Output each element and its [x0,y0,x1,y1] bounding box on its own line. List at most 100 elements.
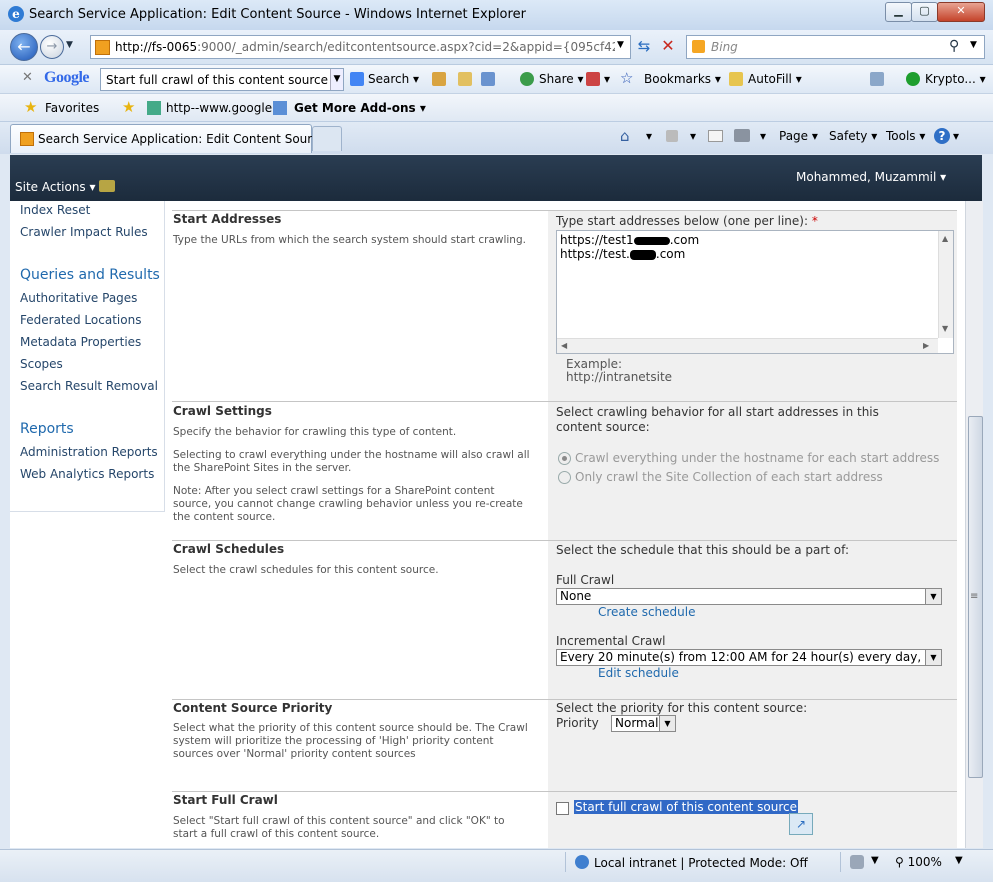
crawl-site-collection-radio[interactable] [558,471,571,484]
nav-federated-locations[interactable]: Federated Locations [20,313,141,327]
scroll-down-arrow-icon[interactable]: ▼ [942,324,948,333]
add-favorite-icon[interactable]: ★ [122,98,135,116]
tab-active[interactable]: Search Service Application: Edit Content… [10,124,326,153]
google-search-input[interactable]: Start full crawl of this content source … [100,68,344,91]
google-query-dropdown-icon[interactable]: ▼ [330,69,343,90]
chevron-down-icon[interactable]: ▼ [925,589,941,604]
toolbar-button-icon[interactable] [481,72,495,86]
help-dropdown[interactable]: ▾ [953,129,959,143]
google-favorite-link[interactable]: http--www.google [166,101,272,115]
favorites-button[interactable]: Favorites [45,101,99,115]
google-query[interactable]: Start full crawl of this content source [106,73,328,87]
feeds-dropdown[interactable]: ▾ [690,129,696,143]
refresh-button[interactable]: ⇆ [633,36,655,56]
toolbar-close-icon[interactable]: ✕ [22,70,33,85]
nav-heading-reports[interactable]: Reports [20,421,74,437]
autofill-icon[interactable] [729,72,743,86]
search-icon[interactable]: ⚲ [949,38,959,54]
print-icon[interactable] [734,129,750,142]
address-url[interactable]: http://fs-0065:9000/_admin/search/editco… [115,40,615,54]
chevron-down-icon[interactable]: ▼ [659,716,675,731]
protected-mode-dropdown[interactable]: ▼ [871,855,879,866]
start-addresses-textarea[interactable]: https://test1 .com https://test. .com ▲ ▼ … [556,230,954,354]
share-button[interactable]: Share ▾ [539,72,583,86]
nav-web-analytics-reports[interactable]: Web Analytics Reports [20,467,154,481]
nav-crawler-impact-rules[interactable]: Crawler Impact Rules [20,225,148,239]
start-full-crawl-label[interactable]: Start full crawl of this content source [574,800,798,814]
nav-metadata-properties[interactable]: Metadata Properties [20,335,141,349]
new-tab-button[interactable] [312,126,342,151]
crawl-settings-note: Note: After you select crawl settings fo… [173,485,523,523]
example-label: Example: [566,357,623,371]
share-icon[interactable] [520,72,534,86]
scroll-up-arrow-icon[interactable]: ▲ [942,234,948,243]
create-schedule-link[interactable]: Create schedule [598,605,695,619]
stop-button[interactable]: ✕ [657,36,679,56]
bookmarks-star-icon[interactable]: ☆ [620,69,633,87]
forward-button[interactable]: → [40,35,64,59]
popup-blocker-icon[interactable] [586,72,600,86]
tab-title[interactable]: Search Service Application: Edit Content… [38,132,326,146]
toolbar-button-icon[interactable] [432,72,446,86]
chevron-down-icon[interactable]: ▼ [925,650,941,665]
edit-schedule-link[interactable]: Edit schedule [598,666,679,680]
krypto-button[interactable]: Krypto... ▾ [925,72,986,86]
wrench-icon[interactable] [870,72,884,86]
crawl-site-collection-label[interactable]: Only crawl the Site Collection of each s… [575,470,883,484]
minimize-button[interactable]: ▁ [885,2,912,22]
site-actions-menu[interactable]: Site Actions ▾ [15,180,96,194]
address-dropdown-icon[interactable]: ▼ [617,40,624,50]
tools-menu[interactable]: Tools ▾ [886,129,925,143]
home-dropdown[interactable]: ▾ [646,129,652,143]
recent-pages-dropdown[interactable]: ▼ [66,40,73,50]
crawl-everything-radio[interactable] [558,452,571,465]
scroll-left-arrow-icon[interactable]: ◀ [561,341,567,350]
maximize-button[interactable]: ▢ [911,2,938,22]
address-bar[interactable]: http://fs-0065:9000/_admin/search/editco… [90,35,631,59]
google-logo[interactable]: Google [44,69,90,87]
priority-select[interactable]: Normal ▼ [611,715,676,732]
nav-heading-queries[interactable]: Queries and Results [20,267,160,283]
help-icon[interactable]: ? [934,128,950,144]
left-navigation: Index Reset Crawler Impact Rules Queries… [10,201,165,512]
search-dropdown-icon[interactable]: ▼ [970,40,977,50]
safety-menu[interactable]: Safety ▾ [829,129,877,143]
nav-search-result-removal[interactable]: Search Result Removal [20,379,158,393]
mail-icon[interactable] [708,130,723,142]
page-scrollbar[interactable]: ≡ [965,201,983,848]
popup-blocker-dropdown[interactable]: ▾ [604,72,610,86]
close-window-button[interactable]: ✕ [937,2,985,22]
back-button[interactable]: ← [10,33,38,61]
page-menu[interactable]: Page ▾ [779,129,818,143]
feeds-icon[interactable] [666,130,678,142]
bookmarks-button[interactable]: Bookmarks ▾ [644,72,721,86]
nav-scopes[interactable]: Scopes [20,357,63,371]
google-search-button[interactable]: Search ▾ [368,72,419,86]
nav-authoritative-pages[interactable]: Authoritative Pages [20,291,137,305]
user-menu[interactable]: Mohammed, Muzammil ▾ [796,170,946,184]
zoom-dropdown[interactable]: ▼ [955,855,963,866]
get-addons-button[interactable]: Get More Add-ons ▾ [294,101,426,115]
print-dropdown[interactable]: ▾ [760,129,766,143]
expand-icon[interactable]: ↗ [789,813,813,835]
home-icon[interactable]: ⌂ [620,127,630,145]
google-search-icon[interactable] [350,72,364,86]
textarea-horizontal-scrollbar[interactable]: ◀ ▶ [557,338,938,353]
toolbar-button-icon[interactable] [458,72,472,86]
favorites-star-icon[interactable]: ★ [24,98,37,116]
autofill-button[interactable]: AutoFill ▾ [748,72,802,86]
security-zone-text[interactable]: Local intranet | Protected Mode: Off [594,856,808,870]
scroll-right-arrow-icon[interactable]: ▶ [923,341,929,350]
navigate-up-icon[interactable] [99,180,115,192]
textarea-vertical-scrollbar[interactable]: ▲ ▼ [938,231,953,338]
start-addresses-desc: Type the URLs from which the search syst… [173,234,526,246]
nav-index-reset[interactable]: Index Reset [20,203,90,217]
start-full-crawl-checkbox[interactable] [556,802,569,815]
protected-mode-icon[interactable] [850,855,864,869]
incremental-crawl-select[interactable]: Every 20 minute(s) from 12:00 AM for 24 … [556,649,942,666]
crawl-everything-label[interactable]: Crawl everything under the hostname for … [575,451,939,465]
zoom-level[interactable]: ⚲ 100% [895,855,942,869]
search-box[interactable]: Bing ⚲ ▼ [686,35,985,59]
nav-administration-reports[interactable]: Administration Reports [20,445,158,459]
full-crawl-select[interactable]: None ▼ [556,588,942,605]
